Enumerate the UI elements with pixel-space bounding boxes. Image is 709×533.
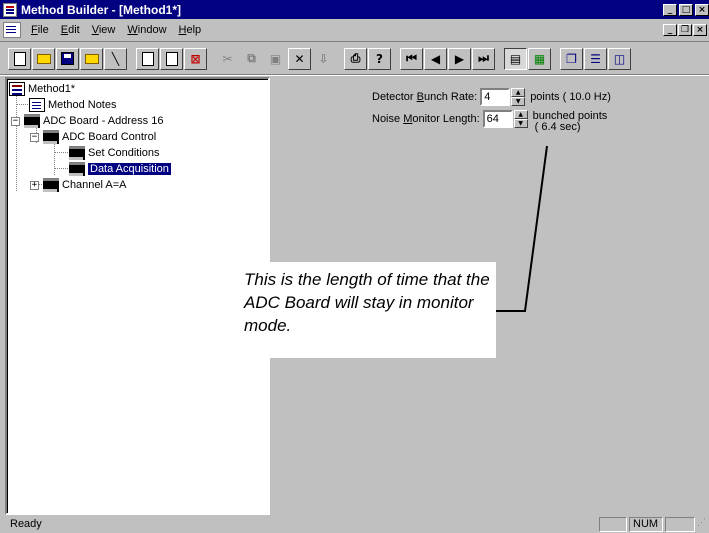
spin-up-icon[interactable]: ▲ <box>513 110 528 119</box>
cut-icon[interactable]: ✂ <box>216 47 239 70</box>
tree-item-adc-board-control[interactable]: − ADC Board Control <box>30 129 156 145</box>
delete-icon[interactable]: ✕ <box>288 47 311 70</box>
copy-icon[interactable]: ⧉ <box>240 47 263 70</box>
menu-file[interactable]: File <box>25 24 55 36</box>
status-bar: Ready NUM ⋰ <box>0 515 709 533</box>
board-icon <box>24 114 40 128</box>
doc-close-button[interactable]: × <box>693 24 707 36</box>
previous-icon[interactable]: ◀ <box>424 47 447 70</box>
board-icon <box>69 146 85 160</box>
noise-length-spinner: ▲ ▼ <box>482 110 528 128</box>
callout-text: This is the length of time that the ADC … <box>244 270 490 335</box>
tree-item-label: Method Notes <box>48 99 117 111</box>
paste-icon[interactable]: ▣ <box>264 47 287 70</box>
bunch-rate-units: points ( 10.0 Hz) <box>530 90 611 103</box>
view-grid-icon[interactable]: ▦ <box>528 47 551 70</box>
callout-pointer <box>496 145 548 312</box>
tree-item-data-acquisition[interactable]: Data Acquisition <box>69 161 171 177</box>
status-pane-empty <box>599 516 627 532</box>
open-folder-icon[interactable] <box>80 47 103 70</box>
toolbar: ╲ ⊠ ✂ ⧉ ▣ ✕ ⇩ ⎙ ? ⏮ ◀ ▶ ⏭ ▤ ▦ ❐ ☰ ◫ <box>0 43 709 75</box>
method-icon <box>9 82 25 96</box>
tile-horizontal-icon[interactable]: ☰ <box>584 47 607 70</box>
doc-minimize-button[interactable]: _ <box>663 24 677 36</box>
tree-item-method-notes[interactable]: Method Notes <box>29 97 116 113</box>
tree-line <box>16 95 17 191</box>
close-button[interactable]: × <box>695 3 709 16</box>
status-pane-scroll <box>665 516 695 532</box>
status-message: Ready <box>10 518 42 530</box>
menu-bar: File Edit View Window Help _ ❐ × <box>0 19 709 42</box>
noise-length-input[interactable] <box>482 110 513 128</box>
num-lock-indicator: NUM <box>629 516 663 532</box>
bunch-rate-row: Detector Bunch Rate: ▲ ▼ points ( 10.0 H… <box>372 88 611 106</box>
menu-window[interactable]: Window <box>121 24 172 36</box>
document-icon[interactable] <box>3 22 21 38</box>
save-icon[interactable] <box>56 47 79 70</box>
tree-item-label: Channel A=A <box>62 179 127 191</box>
help-icon[interactable]: ? <box>368 47 391 70</box>
tree-item-label: Data Acquisition <box>88 163 171 175</box>
noise-length-row: Noise Monitor Length: ▲ ▼ bunched points… <box>372 110 607 133</box>
board-icon <box>43 130 59 144</box>
spin-down-icon[interactable]: ▼ <box>513 119 528 128</box>
view-tree-icon[interactable]: ▤ <box>504 47 527 70</box>
collapse-icon[interactable]: − <box>11 116 20 126</box>
title-bar: Method Builder - [Method1*] _ □ × <box>0 0 709 19</box>
menu-view[interactable]: View <box>86 24 122 36</box>
tree-item-channel[interactable]: + Channel A=A <box>30 177 127 193</box>
bunch-rate-spinner: ▲ ▼ <box>480 88 526 106</box>
minimize-button[interactable]: _ <box>663 3 677 16</box>
first-icon[interactable]: ⏮ <box>400 47 423 70</box>
tree-line <box>16 104 30 105</box>
properties-icon[interactable] <box>136 47 159 70</box>
add-board-icon[interactable] <box>160 47 183 70</box>
last-icon[interactable]: ⏭ <box>472 47 495 70</box>
expand-icon[interactable]: + <box>30 180 39 190</box>
tree-item-label: ADC Board - Address 16 <box>43 115 164 127</box>
tree-item-label: Set Conditions <box>88 147 160 159</box>
board-icon <box>69 162 85 176</box>
next-icon[interactable]: ▶ <box>448 47 471 70</box>
delete-board-icon[interactable]: ⊠ <box>184 47 207 70</box>
bunch-rate-input[interactable] <box>480 88 511 106</box>
window-title: Method Builder - [Method1*] <box>21 2 181 17</box>
spin-up-icon[interactable]: ▲ <box>511 88 526 97</box>
new-method-icon[interactable] <box>8 47 31 70</box>
cascade-icon[interactable]: ❐ <box>560 47 583 70</box>
board-icon <box>43 178 59 192</box>
print-icon[interactable]: ⎙ <box>344 47 367 70</box>
noise-length-label: Noise Monitor Length: <box>372 113 480 125</box>
resize-grip-icon[interactable]: ⋰ <box>697 517 709 532</box>
wand-icon[interactable]: ╲ <box>104 47 127 70</box>
maximize-button[interactable]: □ <box>679 3 693 16</box>
tree-line <box>54 143 55 175</box>
bunch-rate-label: Detector Bunch Rate: <box>372 91 478 103</box>
doc-restore-button[interactable]: ❐ <box>678 24 692 36</box>
tree-item-label: ADC Board Control <box>62 131 157 143</box>
method-tree[interactable]: Method1* Method Notes − ADC Board - Addr… <box>5 77 270 515</box>
menu-help[interactable]: Help <box>173 24 208 36</box>
annotation-callout: This is the length of time that the ADC … <box>240 262 496 358</box>
tree-item-set-conditions[interactable]: Set Conditions <box>69 145 160 161</box>
tile-vertical-icon[interactable]: ◫ <box>608 47 631 70</box>
tree-item-label: Method1* <box>28 83 76 95</box>
tree-item-method[interactable]: Method1* <box>9 81 75 97</box>
open-icon[interactable] <box>32 47 55 70</box>
tree-item-adc-board[interactable]: − ADC Board - Address 16 <box>11 113 163 129</box>
import-icon[interactable]: ⇩ <box>312 47 335 70</box>
collapse-icon[interactable]: − <box>30 132 39 142</box>
spin-down-icon[interactable]: ▼ <box>511 97 526 106</box>
menu-edit[interactable]: Edit <box>55 24 86 36</box>
tree-line <box>54 152 70 153</box>
noise-length-units: bunched points ( 6.4 sec) <box>532 110 608 133</box>
tree-line <box>54 168 70 169</box>
app-icon[interactable] <box>3 2 17 17</box>
notes-icon <box>29 98 45 112</box>
